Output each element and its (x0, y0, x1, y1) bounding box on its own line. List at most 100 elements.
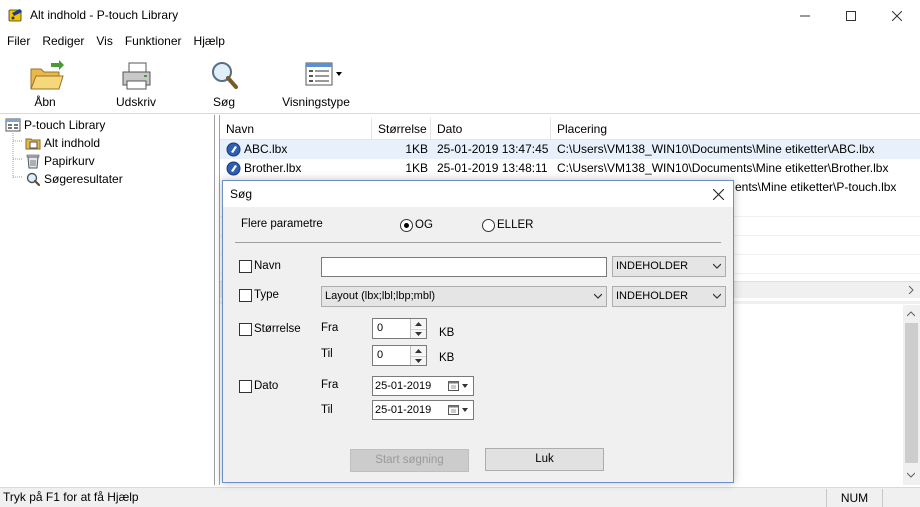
tree-item-soegeresultater[interactable]: Søgeresultater (25, 170, 123, 188)
scroll-up-icon (907, 311, 915, 317)
library-tree: P-touch Library Alt indhold Papirkurv Sø… (2, 115, 215, 485)
open-button[interactable]: Åbn (20, 51, 70, 113)
size-label: Størrelse (254, 323, 301, 335)
search-button[interactable]: Søg (202, 51, 246, 113)
type-label: Type (254, 289, 279, 301)
menu-hjaelp[interactable]: Hjælp (188, 31, 231, 51)
cell-path: C:\Users\VM138_WIN10\Documents\Mine etik… (557, 161, 889, 175)
size-unit-from: KB (439, 327, 455, 339)
num-lock-indicator: NUM (826, 489, 882, 507)
cell-date: 25-01-2019 13:47:45 (437, 142, 549, 156)
type-select[interactable]: Layout (lbx;lbl;lbp;mbl) (321, 286, 607, 307)
title-bar: Alt indhold - P-touch Library (0, 0, 920, 31)
size-to-spinner[interactable]: 0 (372, 345, 427, 366)
radio-og-label[interactable]: OG (415, 219, 433, 231)
dialog-title: Søg (230, 187, 253, 201)
printer-icon (116, 59, 156, 93)
column-stoerrelse[interactable]: Størrelse (372, 118, 431, 140)
type-checkbox[interactable] (239, 289, 252, 302)
spin-down-button[interactable] (411, 356, 426, 365)
scrollbar-thumb[interactable] (905, 323, 918, 463)
size-unit-to: KB (439, 352, 455, 364)
cell-path-partial: ents\Mine etiketter\P-touch.lbx (735, 180, 897, 194)
menu-bar: Filer Rediger Vis Funktioner Hjælp (0, 31, 920, 51)
start-search-button[interactable]: Start søgning (350, 449, 469, 472)
lbx-file-icon (226, 142, 241, 157)
close-dialog-button[interactable]: Luk (485, 448, 604, 471)
date-from-label: Fra (321, 379, 339, 391)
tree-lines (12, 133, 23, 178)
tree-item-papirkurv[interactable]: Papirkurv (25, 152, 95, 170)
list-row[interactable]: ABC.lbx 1KB 25-01-2019 13:47:45 C:\Users… (220, 140, 920, 159)
lbx-file-icon (226, 161, 241, 176)
minimize-button[interactable] (782, 0, 828, 31)
list-row[interactable]: Brother.lbx 1KB 25-01-2019 13:48:11 C:\U… (220, 159, 920, 178)
date-to-value: 25-01-2019 (375, 404, 432, 416)
print-button[interactable]: Udskriv (108, 51, 164, 113)
status-bar: Tryk på F1 for at få Hjælp NUM (0, 487, 920, 507)
name-checkbox[interactable] (239, 260, 252, 273)
tree-item-label: Søgeresultater (44, 172, 123, 186)
column-placering[interactable]: Placering (551, 118, 920, 140)
spin-down-button[interactable] (411, 329, 426, 338)
name-input[interactable] (321, 257, 607, 277)
view-type-label: Visningstype (282, 95, 350, 109)
tree-root-label: P-touch Library (24, 118, 106, 132)
cell-size: 1KB (405, 142, 428, 156)
status-pane (882, 489, 920, 507)
tree-item-label: Alt indhold (44, 136, 101, 150)
spinner-buttons (410, 319, 426, 338)
cell-date: 25-01-2019 13:48:11 (437, 161, 548, 175)
size-to-label: Til (321, 348, 333, 360)
date-label: Dato (254, 380, 279, 392)
view-type-button[interactable]: Visningstype (278, 51, 354, 113)
radio-eller[interactable] (482, 219, 495, 232)
type-condition-select[interactable]: INDEHOLDER (612, 286, 726, 307)
spin-up-button[interactable] (411, 346, 426, 355)
scroll-down-icon (907, 472, 915, 478)
separator (235, 242, 721, 243)
maximize-icon (846, 10, 856, 21)
column-navn[interactable]: Navn (220, 118, 372, 140)
size-checkbox[interactable] (239, 323, 252, 336)
cell-path: C:\Users\VM138_WIN10\Documents\Mine etik… (557, 142, 875, 156)
multi-params-label: Flere parametre (241, 218, 323, 230)
close-window-button[interactable] (874, 0, 920, 31)
name-condition-select[interactable]: INDEHOLDER (612, 256, 726, 277)
size-from-spinner[interactable]: 0 (372, 318, 427, 339)
all-content-folder-icon (25, 138, 41, 150)
name-condition-value: INDEHOLDER (616, 260, 689, 272)
size-from-label: Fra (321, 322, 339, 334)
date-from-picker[interactable]: 25-01-2019 (372, 376, 474, 396)
radio-eller-label[interactable]: ELLER (497, 219, 533, 231)
toolbar: Åbn Udskriv Søg Visningstype (0, 51, 920, 114)
menu-funktioner[interactable]: Funktioner (119, 31, 188, 51)
spinner-buttons (410, 346, 426, 365)
date-checkbox[interactable] (239, 380, 252, 393)
menu-vis[interactable]: Vis (90, 31, 118, 51)
status-text: Tryk på F1 for at få Hjælp (3, 490, 139, 504)
calendar-dropdown-icon (448, 405, 468, 415)
date-to-picker[interactable]: 25-01-2019 (372, 400, 474, 420)
chevron-down-icon (594, 293, 602, 299)
close-icon (892, 10, 902, 21)
chevron-down-icon (713, 263, 721, 269)
cell-size: 1KB (405, 161, 428, 175)
name-label: Navn (254, 260, 281, 272)
ptouch-app-icon (8, 9, 22, 22)
vertical-scrollbar[interactable] (903, 305, 920, 485)
scroll-right-icon (908, 286, 914, 294)
radio-og[interactable] (400, 219, 413, 232)
spin-up-button[interactable] (411, 319, 426, 328)
column-dato[interactable]: Dato (431, 118, 551, 140)
chevron-down-icon (415, 332, 422, 336)
tree-item-alt-indhold[interactable]: Alt indhold (25, 134, 100, 152)
maximize-button[interactable] (828, 0, 874, 31)
search-results-icon (26, 172, 41, 187)
search-dialog: Søg Flere parametre OG ELLER Navn INDEHO… (222, 180, 734, 483)
type-value: Layout (lbx;lbl;lbp;mbl) (325, 290, 436, 302)
dialog-close-button[interactable] (703, 181, 733, 207)
date-to-label: Til (321, 404, 333, 416)
menu-filer[interactable]: Filer (0, 31, 36, 51)
menu-rediger[interactable]: Rediger (36, 31, 90, 51)
